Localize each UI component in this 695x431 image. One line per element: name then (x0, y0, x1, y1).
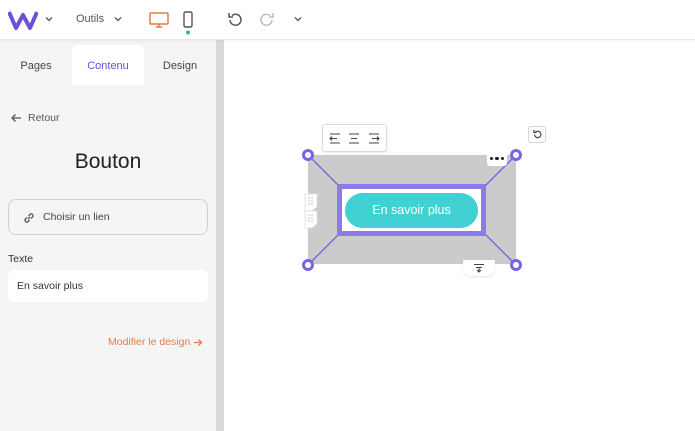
resize-handle-bottom-right[interactable] (510, 259, 522, 271)
redo-icon[interactable] (258, 11, 276, 29)
mobile-icon[interactable] (182, 11, 194, 35)
resize-handle-top-right[interactable] (510, 149, 522, 161)
resize-handle-bottom-left[interactable] (302, 259, 314, 271)
chevron-down-icon[interactable] (44, 14, 54, 24)
spacing-icon (474, 263, 484, 273)
w-logo-icon[interactable] (8, 9, 38, 31)
chevron-down-icon[interactable] (293, 14, 303, 24)
side-drag-tabs[interactable] (303, 193, 318, 229)
tools-menu[interactable]: Outils (76, 13, 104, 25)
spacing-handle[interactable] (463, 260, 495, 276)
desktop-icon[interactable] (149, 12, 169, 28)
resize-handle-top-left[interactable] (302, 149, 314, 161)
more-options-button[interactable] (487, 150, 507, 166)
chevron-down-icon[interactable] (113, 14, 123, 24)
top-bar: Outils (0, 0, 695, 40)
cta-button[interactable]: En savoir plus (345, 193, 478, 228)
undo-icon[interactable] (226, 11, 244, 29)
